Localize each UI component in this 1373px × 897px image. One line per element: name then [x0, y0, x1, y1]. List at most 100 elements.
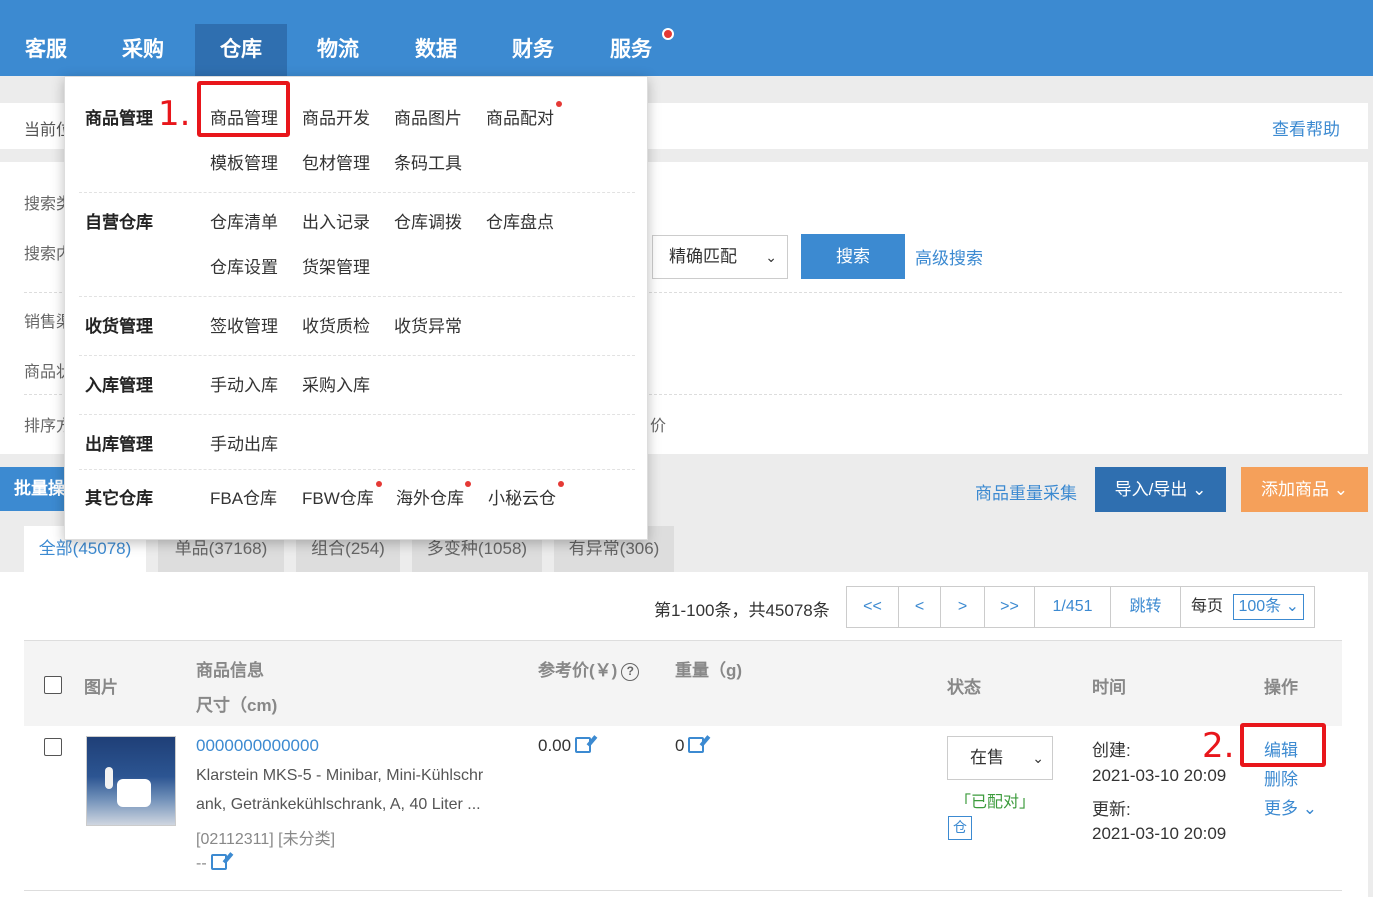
- weight-collect-link[interactable]: 商品重量采集: [975, 479, 1077, 504]
- menu-item-barcode-tools[interactable]: 条码工具: [394, 149, 462, 174]
- divider: [79, 355, 635, 356]
- product-thumbnail[interactable]: [86, 736, 176, 826]
- new-dot: [556, 101, 562, 107]
- matched-badge: 「已配对」: [955, 794, 1036, 811]
- menu-item-fbw-warehouse[interactable]: FBW仓库: [302, 484, 374, 509]
- case-shape: [117, 779, 151, 807]
- menu-group-receiving: 收货管理: [85, 317, 153, 336]
- menu-item-packaging[interactable]: 包材管理: [302, 149, 370, 174]
- menu-item-overseas-warehouse[interactable]: 海外仓库: [396, 484, 464, 509]
- menu-item-fba-warehouse[interactable]: FBA仓库: [210, 484, 277, 509]
- menu-item-product-images[interactable]: 商品图片: [394, 104, 462, 129]
- highlight-edit: [1240, 723, 1326, 767]
- product-size: --: [196, 854, 227, 873]
- updated-time: 2021-03-10 20:09: [1092, 824, 1227, 843]
- weight: 0: [675, 736, 705, 756]
- per-page: 每页 100条 ⌄: [1181, 587, 1314, 627]
- help-circle-icon[interactable]: ?: [621, 662, 640, 681]
- delete-link[interactable]: 删除: [1264, 765, 1298, 790]
- nav-finance[interactable]: 财务: [487, 24, 579, 76]
- product-list-panel: 第1-100条，共45078条 << < > >> 1/451 跳转 每页 10…: [0, 572, 1368, 897]
- step-2-label: 2.: [1202, 726, 1235, 766]
- menu-item-templates[interactable]: 模板管理: [210, 149, 278, 174]
- menu-item-receiving-exceptions[interactable]: 收货异常: [394, 312, 462, 337]
- warehouse-icon[interactable]: 仓: [948, 816, 972, 840]
- menu-item-warehouse-settings[interactable]: 仓库设置: [210, 253, 278, 278]
- menu-group-inbound: 入库管理: [85, 376, 153, 395]
- new-dot: [558, 481, 564, 487]
- earbud-shape: [105, 767, 113, 789]
- pagination: << < > >> 1/451 跳转 每页 100条 ⌄: [846, 586, 1316, 628]
- nav-logistics[interactable]: 物流: [292, 24, 384, 76]
- sort-price-fragment[interactable]: 价: [650, 412, 666, 436]
- product-size-value: --: [196, 855, 207, 872]
- add-product-label: 添加商品: [1261, 480, 1329, 499]
- per-page-label: 每页: [1191, 598, 1224, 615]
- new-dot: [376, 481, 382, 487]
- pagination-info: 第1-100条，共45078条: [654, 601, 830, 620]
- divider: [79, 469, 635, 470]
- nav-customer-service[interactable]: 客服: [0, 24, 92, 76]
- product-sku-link[interactable]: 0000000000000: [196, 736, 319, 756]
- menu-item-stocktake[interactable]: 仓库盘点: [486, 208, 554, 233]
- divider: [79, 296, 635, 297]
- menu-group-other-warehouses: 其它仓库: [85, 489, 153, 508]
- menu-group-product-management: 商品管理: [85, 109, 153, 128]
- table-row: 0000000000000 Klarstein MKS-5 - Minibar,…: [24, 726, 1342, 891]
- menu-item-quality-check[interactable]: 收货质检: [302, 312, 370, 337]
- help-link[interactable]: 查看帮助: [1272, 115, 1340, 140]
- product-title-line-2: ank, Getränkekühlschrank, A, 40 Liter ..…: [196, 796, 481, 813]
- menu-item-inout-records[interactable]: 出入记录: [302, 208, 370, 233]
- product-title-line-1: Klarstein MKS-5 - Minibar, Mini-Kühlschr: [196, 767, 484, 784]
- jump-button[interactable]: 跳转: [1111, 587, 1181, 627]
- nav-warehouse[interactable]: 仓库: [195, 24, 287, 76]
- per-page-select[interactable]: 100条 ⌄: [1233, 594, 1305, 620]
- menu-group-own-warehouse: 自营仓库: [85, 213, 153, 232]
- first-page-button[interactable]: <<: [847, 587, 899, 627]
- select-all-checkbox[interactable]: [44, 676, 62, 694]
- highlight-product-management: [197, 81, 290, 137]
- edit-icon[interactable]: [688, 737, 705, 753]
- table-header: 图片 商品信息 尺寸（cm) 参考价(￥)? 重量（g) 状态 时间 操作: [24, 640, 1342, 726]
- header-image: 图片: [84, 678, 118, 697]
- last-page-button[interactable]: >>: [985, 587, 1035, 627]
- more-dropdown[interactable]: 更多 ⌄: [1264, 794, 1317, 819]
- menu-item-shelf-management[interactable]: 货架管理: [302, 253, 370, 278]
- menu-item-sign-receipt[interactable]: 签收管理: [210, 312, 278, 337]
- header-ops: 操作: [1264, 678, 1298, 697]
- prev-page-button[interactable]: <: [899, 587, 941, 627]
- add-product-button[interactable]: 添加商品 ⌄: [1241, 467, 1368, 512]
- menu-item-transfer[interactable]: 仓库调拨: [394, 208, 462, 233]
- menu-item-manual-inbound[interactable]: 手动入库: [210, 371, 278, 396]
- chevron-down-icon: ⌄: [765, 249, 777, 265]
- bulk-actions-button[interactable]: 批量操: [0, 467, 66, 511]
- step-1-label: 1.: [158, 94, 191, 134]
- created-time: 2021-03-10 20:09: [1092, 766, 1227, 785]
- advanced-search-link[interactable]: 高级搜索: [915, 244, 983, 269]
- header-ref-price-label: 参考价(￥): [538, 661, 618, 680]
- menu-item-cloud-warehouse[interactable]: 小秘云仓: [488, 484, 556, 509]
- nav-data[interactable]: 数据: [390, 24, 482, 76]
- match-mode-select[interactable]: 精确匹配 ⌄: [652, 235, 788, 279]
- next-page-button[interactable]: >: [941, 587, 985, 627]
- warehouse-dropdown-menu: 商品管理 商品管理 商品开发 商品图片 商品配对 模板管理 包材管理 条码工具 …: [64, 76, 648, 540]
- search-button[interactable]: 搜索: [801, 234, 905, 279]
- edit-icon[interactable]: [210, 854, 227, 870]
- import-export-button[interactable]: 导入/导出 ⌄: [1095, 467, 1226, 512]
- import-export-label: 导入/导出: [1114, 480, 1188, 499]
- row-checkbox[interactable]: [44, 738, 62, 756]
- menu-item-product-development[interactable]: 商品开发: [302, 104, 370, 129]
- nav-purchase[interactable]: 采购: [97, 24, 189, 76]
- menu-item-manual-outbound[interactable]: 手动出库: [210, 430, 278, 455]
- chevron-down-icon: ⌄: [1333, 480, 1348, 499]
- product-code: [02112311] [未分类]: [196, 831, 336, 848]
- menu-item-product-pairing[interactable]: 商品配对: [486, 104, 554, 129]
- status-select[interactable]: 在售 ⌄: [947, 736, 1053, 780]
- header-time: 时间: [1092, 678, 1126, 697]
- menu-item-warehouse-list[interactable]: 仓库清单: [210, 208, 278, 233]
- updated-label: 更新:: [1092, 800, 1131, 819]
- weight-value: 0: [675, 736, 685, 755]
- header-weight: 重量（g): [675, 661, 743, 680]
- menu-item-purchase-inbound[interactable]: 采购入库: [302, 371, 370, 396]
- edit-icon[interactable]: [575, 737, 592, 753]
